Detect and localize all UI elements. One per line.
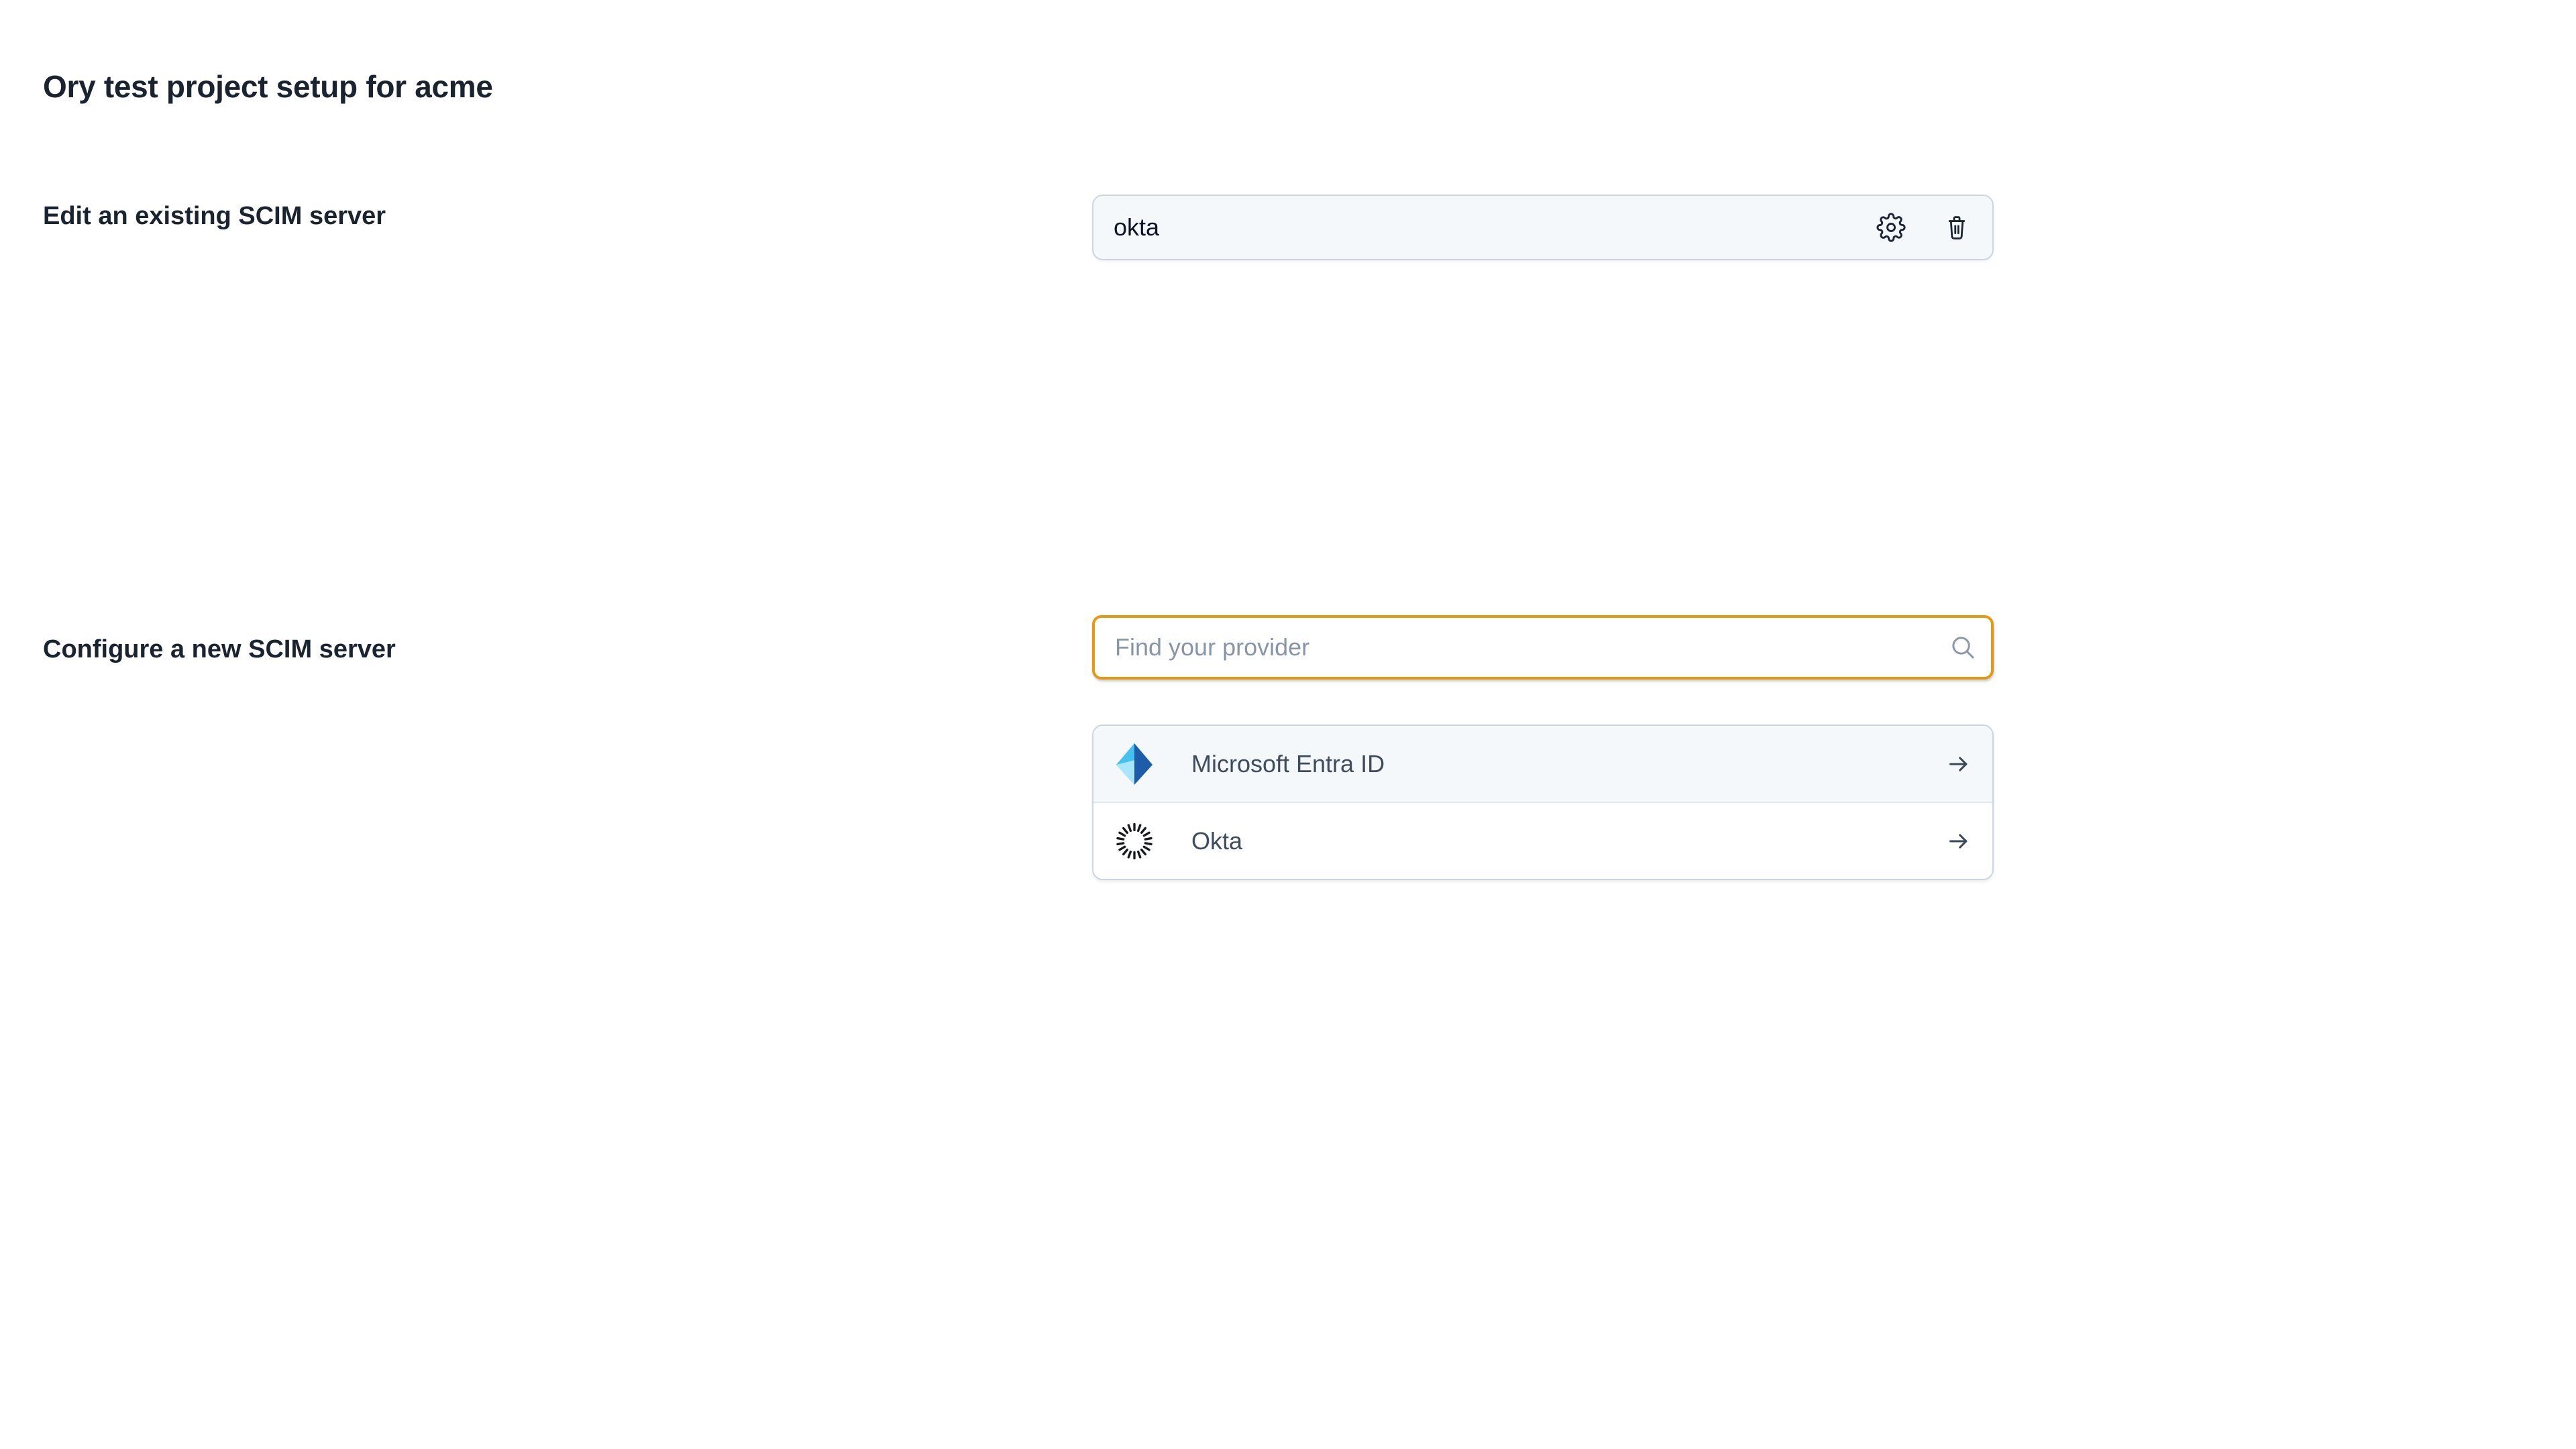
provider-search-input[interactable] — [1092, 615, 1994, 680]
arrow-right-icon — [1945, 751, 1972, 777]
server-row-actions — [1876, 212, 1972, 243]
page: Ory test project setup for acme Edit an … — [0, 0, 2576, 1449]
arrow-right-icon — [1945, 828, 1972, 855]
okta-logo — [1114, 820, 1155, 862]
microsoft-entra-id-logo — [1114, 743, 1155, 785]
trash-icon — [1943, 213, 1971, 241]
search-icon — [1949, 634, 1976, 661]
provider-list: Microsoft Entra ID — [1092, 724, 1994, 880]
existing-scim-server-name: okta — [1114, 213, 1159, 241]
server-delete-button[interactable] — [1941, 212, 1972, 243]
section-label-edit-existing: Edit an existing SCIM server — [43, 201, 386, 231]
provider-row-microsoft-entra-id[interactable]: Microsoft Entra ID — [1093, 726, 1992, 802]
gear-icon — [1876, 213, 1906, 242]
page-title: Ory test project setup for acme — [43, 68, 493, 105]
server-settings-button[interactable] — [1876, 212, 1907, 243]
provider-name: Microsoft Entra ID — [1191, 750, 1385, 778]
section-label-configure-new: Configure a new SCIM server — [43, 634, 396, 665]
provider-row-okta[interactable]: Okta — [1093, 802, 1992, 879]
provider-search — [1092, 615, 1994, 680]
provider-name: Okta — [1191, 827, 1242, 855]
existing-scim-server-row[interactable]: okta — [1092, 195, 1994, 260]
